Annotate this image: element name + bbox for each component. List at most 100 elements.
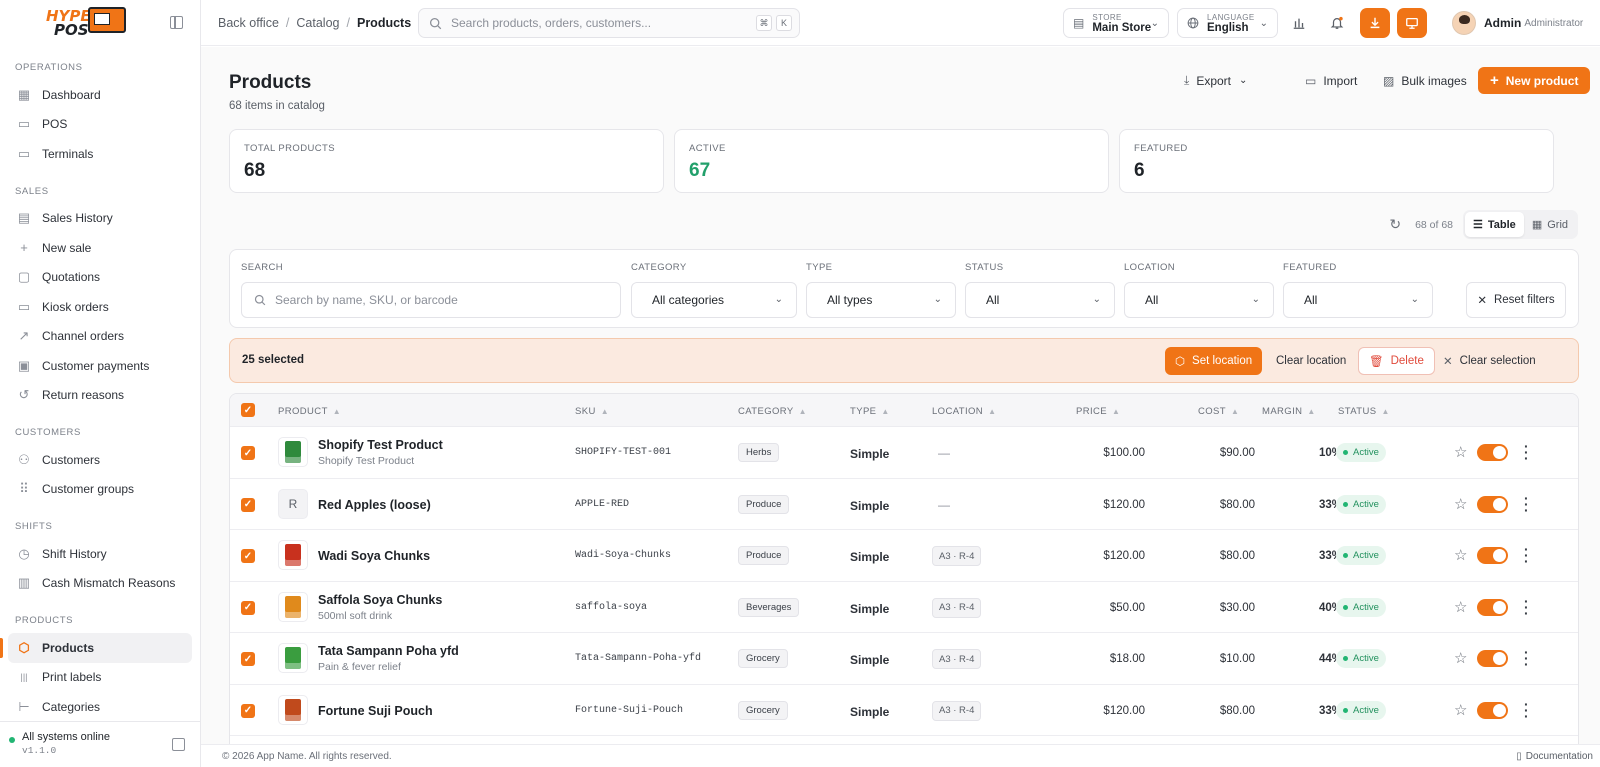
pos-launch-button[interactable] [1397, 8, 1427, 38]
user-menu[interactable]: Admin Administrator [1452, 11, 1583, 35]
star-icon[interactable]: ☆ [1454, 649, 1467, 667]
clear-location-button[interactable]: Clear location [1266, 347, 1356, 375]
table-row[interactable]: ✓ Saffola Soya Chunks 500ml soft drink s… [230, 582, 1578, 633]
col-cost[interactable]: COST ▲ [1198, 406, 1239, 417]
sidebar-item-shift-history[interactable]: ◷ Shift History [8, 539, 192, 569]
more-vertical-icon[interactable]: · · · [1524, 491, 1529, 517]
active-toggle[interactable] [1477, 547, 1508, 564]
more-vertical-icon[interactable]: · · · [1524, 439, 1529, 465]
product-name[interactable]: Shopify Test Product [318, 438, 443, 452]
set-location-button[interactable]: ⬡ Set location [1165, 347, 1263, 375]
import-button[interactable]: ▭ Import [1305, 67, 1357, 94]
row-checkbox[interactable]: ✓ [241, 600, 255, 615]
breadcrumb-back-office[interactable]: Back office [218, 16, 279, 30]
new-product-button[interactable]: + New product [1478, 67, 1591, 94]
product-name[interactable]: Tata Sampann Poha yfd [318, 644, 459, 658]
sidebar-item-quotations[interactable]: ▢ Quotations [8, 263, 192, 293]
refresh-icon[interactable]: ↻ [1389, 216, 1401, 233]
col-sku[interactable]: SKU ▲ [575, 406, 609, 417]
sidebar-item-terminals[interactable]: ▭ Terminals [8, 139, 192, 169]
type-select[interactable]: All types ⌄ [806, 282, 956, 318]
reports-button[interactable] [1284, 8, 1314, 38]
download-button[interactable] [1360, 8, 1390, 38]
view-grid-button[interactable]: ▦ Grid [1524, 212, 1576, 237]
store-select[interactable]: ▤ STORE Main Store ⌄ [1063, 8, 1169, 38]
logo[interactable]: HYPER POS [0, 0, 200, 46]
col-location[interactable]: LOCATION ▲ [932, 406, 996, 417]
more-vertical-icon[interactable]: · · · [1524, 542, 1529, 568]
star-icon[interactable]: ☆ [1454, 701, 1467, 719]
delete-button[interactable]: 🗑 Delete [1358, 347, 1435, 375]
clear-selection-button[interactable]: ✕ Clear selection [1433, 347, 1546, 375]
star-icon[interactable]: ☆ [1454, 598, 1467, 616]
table-row[interactable]: ✓ Fortune Suji Pouch Fortune-Suji-Pouch … [230, 685, 1578, 736]
active-toggle[interactable] [1477, 650, 1508, 667]
product-name[interactable]: Saffola Soya Chunks [318, 593, 442, 607]
chevron-down-icon: ⌄ [1410, 294, 1419, 305]
star-icon[interactable]: ☆ [1454, 443, 1467, 461]
globe-icon [1187, 17, 1199, 29]
sidebar-item-print-labels[interactable]: ||| Print labels [8, 663, 192, 693]
active-toggle[interactable] [1477, 444, 1508, 461]
sidebar-item-customers[interactable]: ⚇ Customers [8, 445, 192, 475]
row-checkbox[interactable]: ✓ [241, 446, 255, 460]
panel-toggle-icon[interactable] [172, 738, 185, 751]
more-vertical-icon[interactable]: · · · [1524, 697, 1529, 723]
col-category[interactable]: CATEGORY ▲ [738, 406, 807, 417]
product-name[interactable]: Fortune Suji Pouch [318, 704, 433, 718]
select-all-checkbox[interactable]: ✓ [241, 403, 255, 417]
more-vertical-icon[interactable]: · · · [1524, 594, 1529, 620]
sidebar-item-products[interactable]: ⬡ Products [0, 633, 192, 663]
table-row[interactable]: ✓ Wadi Soya Chunks Wadi-Soya-Chunks Prod… [230, 530, 1578, 582]
sidebar-item-dashboard[interactable]: ▦ Dashboard [8, 80, 192, 110]
row-checkbox[interactable]: ✓ [241, 703, 255, 718]
row-checkbox[interactable]: ✓ [241, 652, 255, 666]
col-type[interactable]: TYPE ▲ [850, 406, 890, 417]
product-type: Simple [850, 704, 890, 719]
sidebar-item-return-reasons[interactable]: ↺ Return reasons [8, 381, 192, 411]
active-toggle[interactable] [1477, 701, 1508, 719]
sidebar-item-sales-history[interactable]: ▤ Sales History [8, 204, 192, 234]
box-icon: ⬡ [1175, 356, 1186, 368]
view-table-button[interactable]: ☰ Table [1465, 212, 1524, 237]
notifications-button[interactable] [1322, 8, 1352, 38]
row-checkbox[interactable]: ✓ [241, 497, 255, 512]
sidebar-item-new-sale[interactable]: + New sale [8, 233, 192, 263]
status-select[interactable]: All ⌄ [965, 282, 1115, 318]
category-select[interactable]: All categories ⌄ [631, 282, 797, 318]
star-icon[interactable]: ☆ [1454, 495, 1467, 513]
active-toggle[interactable] [1477, 495, 1508, 513]
sidebar-collapse-icon[interactable] [170, 16, 183, 29]
product-name[interactable]: Wadi Soya Chunks [318, 549, 430, 563]
sidebar-item-channel-orders[interactable]: ↗ Channel orders [8, 322, 192, 352]
sidebar-item-customer-payments[interactable]: ▣ Customer payments [8, 351, 192, 381]
breadcrumb-catalog[interactable]: Catalog [296, 16, 339, 30]
sidebar-item-cash-mismatch-reasons[interactable]: ▥ Cash Mismatch Reasons [8, 569, 192, 599]
col-price[interactable]: PRICE ▲ [1076, 406, 1120, 417]
col-status[interactable]: STATUS ▲ [1338, 406, 1390, 417]
sidebar-item-pos[interactable]: ▭ POS [8, 110, 192, 140]
sidebar-item-categories[interactable]: ⊢ Categories [8, 692, 192, 721]
global-search-input[interactable]: Search products, orders, customers... ⌘ … [418, 8, 800, 38]
location-select[interactable]: All ⌄ [1124, 282, 1274, 318]
sidebar-item-customer-groups[interactable]: ⠿ Customer groups [8, 475, 192, 505]
documentation-link[interactable]: ▯ Documentation [1516, 751, 1593, 762]
col-product[interactable]: PRODUCT ▲ [278, 406, 341, 417]
table-row[interactable]: ✓ R Red Apples (loose) APPLE-RED Produce… [230, 479, 1578, 530]
row-checkbox[interactable]: ✓ [241, 549, 255, 563]
active-toggle[interactable] [1477, 598, 1508, 616]
sidebar-item-kiosk-orders[interactable]: ▭ Kiosk orders [8, 292, 192, 322]
product-sku: Fortune-Suji-Pouch [575, 704, 684, 716]
col-margin[interactable]: MARGIN ▲ [1262, 406, 1316, 417]
table-row[interactable]: ✓ Shopify Test Product Shopify Test Prod… [230, 427, 1578, 479]
language-select[interactable]: LANGUAGE English ⌄ [1177, 8, 1278, 38]
featured-select[interactable]: All ⌄ [1283, 282, 1433, 318]
filter-search-input[interactable]: Search by name, SKU, or barcode [241, 282, 621, 318]
bulk-images-button[interactable]: ▨ Bulk images [1383, 67, 1467, 94]
more-vertical-icon[interactable]: · · · [1524, 645, 1529, 671]
reset-filters-button[interactable]: ✕ Reset filters [1466, 282, 1566, 318]
product-name[interactable]: Red Apples (loose) [318, 498, 431, 512]
star-icon[interactable]: ☆ [1454, 546, 1467, 564]
export-button[interactable]: ⤓ Export ⌄ [1184, 67, 1247, 94]
table-row[interactable]: ✓ Tata Sampann Poha yfd Pain & fever rel… [230, 633, 1578, 685]
